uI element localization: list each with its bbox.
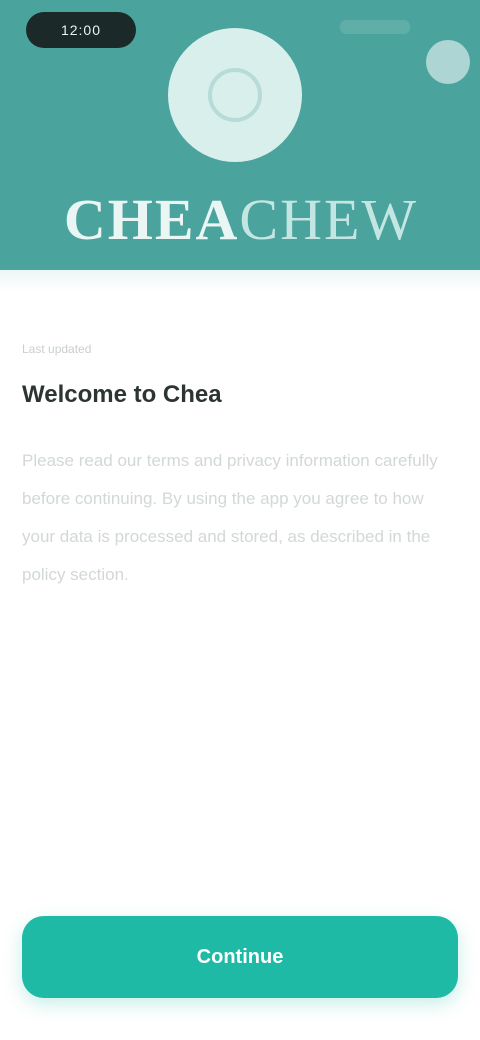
header: 12:00 CHEA CHEW — [0, 0, 480, 270]
header-menu-icon[interactable] — [426, 40, 470, 84]
logo-mark-icon — [208, 68, 262, 122]
content-body: Please read our terms and privacy inform… — [22, 451, 438, 584]
brand-wordmark-strong: CHEA — [63, 186, 240, 252]
content-title: Welcome to Chea — [22, 381, 222, 408]
brand-wordmark-light: CHEW — [239, 186, 419, 252]
continue-button[interactable]: Continue — [22, 916, 458, 998]
app-logo — [168, 28, 302, 162]
status-indicators — [340, 20, 410, 34]
app-screen: 12:00 CHEA CHEW Last updated Welcome to … — [0, 0, 480, 1040]
content-kicker: Last updated — [22, 342, 92, 356]
main-content: Last updated Welcome to Chea Please read… — [22, 338, 458, 594]
status-time: 12:00 — [26, 12, 136, 48]
brand-wordmark: CHEA CHEW — [36, 186, 446, 252]
header-divider — [0, 270, 480, 292]
